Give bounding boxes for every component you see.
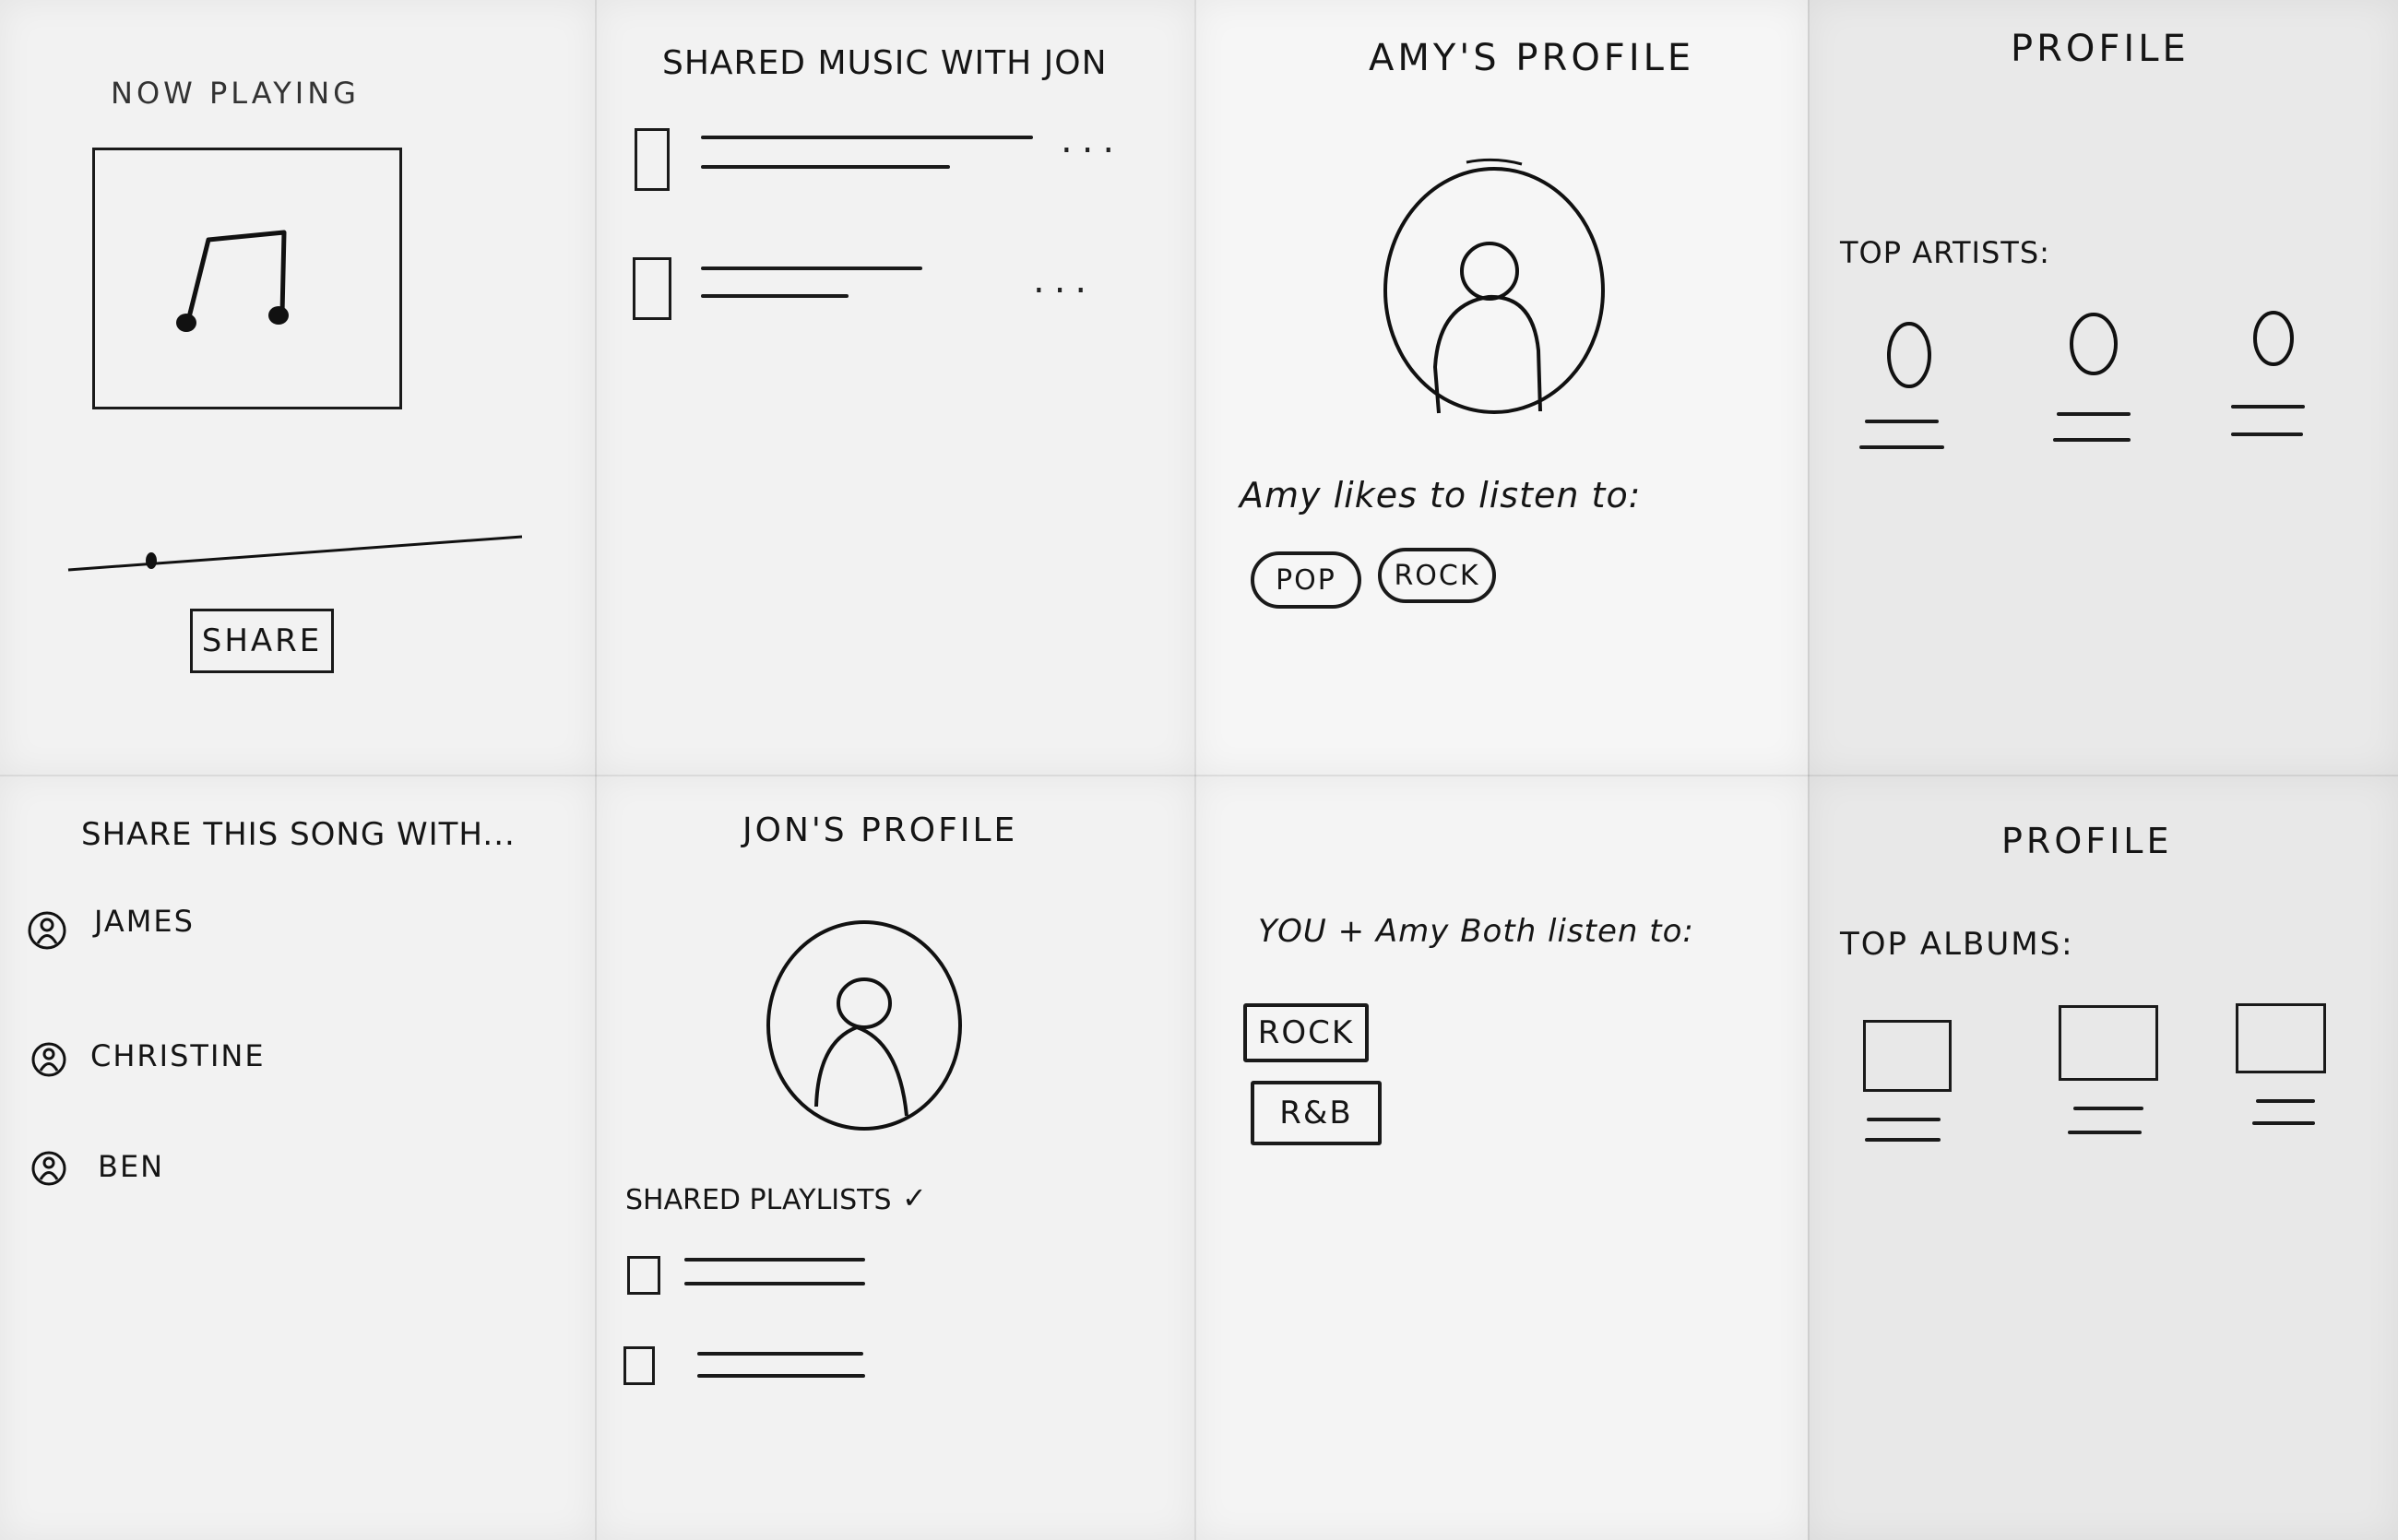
fold-line: [1808, 0, 1810, 1540]
panel-jons-profile: [595, 775, 1194, 1540]
share-button[interactable]: SHARE: [190, 609, 334, 673]
album-item[interactable]: [1859, 1014, 1961, 1153]
artist-name-line: [2053, 438, 2131, 442]
playlist-row[interactable]: [620, 1341, 887, 1396]
playlist-subtitle-line: [684, 1282, 865, 1285]
genre-tag-rock[interactable]: ROCK: [1243, 1003, 1369, 1062]
artist-avatar-icon: [2070, 313, 2118, 375]
fold-line: [595, 0, 597, 1540]
playlist-title-line: [684, 1258, 865, 1262]
paper-sheet: NOW PLAYING SHARE SHARED MUSIC WITH JON …: [0, 0, 2398, 1540]
panel-both-listen: [1194, 775, 1808, 1540]
artist-name-line: [2231, 405, 2305, 409]
artist-name-line: [2231, 432, 2303, 436]
panel-shared-music: [595, 0, 1194, 775]
album-title-line: [2252, 1121, 2315, 1125]
now-playing-title: NOW PLAYING: [111, 76, 360, 111]
fold-line: [0, 775, 2398, 776]
album-cover: [1863, 1020, 1952, 1092]
contact-avatar-icon: [28, 911, 66, 950]
album-title-line: [1865, 1138, 1941, 1142]
artist-item[interactable]: [2048, 309, 2149, 447]
song-thumbnail: [633, 257, 671, 320]
album-title-line: [1867, 1118, 1941, 1121]
contact-name: CHRISTINE: [90, 1038, 266, 1073]
contact-avatar-icon: [31, 1042, 66, 1077]
genre-tag-rnb[interactable]: R&B: [1251, 1081, 1382, 1145]
album-cover: [2059, 1005, 2158, 1081]
album-title-line: [2256, 1099, 2315, 1103]
shared-playlists-label: SHARED PLAYLISTS: [625, 1184, 892, 1216]
both-listen-label: YOU + Amy Both listen to:: [1258, 913, 1694, 950]
song-title-line: [701, 136, 1033, 139]
shared-playlists-toggle[interactable]: SHARED PLAYLISTS ✓: [625, 1180, 939, 1228]
song-thumbnail: [635, 128, 670, 191]
song-artist-line: [701, 165, 950, 169]
progress-slider[interactable]: [65, 526, 526, 581]
more-options-icon[interactable]: ...: [1033, 259, 1096, 302]
profile-albums-title: PROFILE: [2001, 821, 2173, 861]
genre-chip-pop[interactable]: POP: [1251, 551, 1361, 609]
playlist-thumbnail: [627, 1256, 660, 1295]
amys-profile-title: AMY'S PROFILE: [1369, 37, 1695, 79]
genre-chip-rock[interactable]: ROCK: [1378, 548, 1496, 603]
song-artist-line: [701, 294, 849, 298]
artist-name-line: [1865, 420, 1939, 423]
music-note-icon: [176, 230, 289, 332]
share-button-label: SHARE: [201, 622, 323, 659]
playlist-thumbnail: [623, 1346, 655, 1385]
share-with-title: SHARE THIS SONG WITH...: [81, 816, 516, 853]
chevron-down-icon: ✓: [902, 1180, 930, 1215]
fold-line: [1194, 0, 1196, 1540]
amy-likes-label: Amy likes to listen to:: [1240, 475, 1642, 515]
artist-avatar-icon: [2253, 311, 2294, 366]
artist-item[interactable]: [2227, 309, 2329, 447]
shared-song-row[interactable]: ...: [627, 119, 1125, 198]
song-title-line: [701, 267, 922, 270]
playlist-row[interactable]: [623, 1250, 882, 1306]
contact-name: BEN: [98, 1149, 165, 1184]
contact-item-ben[interactable]: BEN: [30, 1143, 417, 1199]
shared-music-title: SHARED MUSIC WITH JON: [662, 44, 1108, 82]
contact-name: JAMES: [94, 904, 195, 939]
shared-song-row[interactable]: ...: [627, 254, 1125, 327]
artist-name-line: [1859, 445, 1944, 449]
artist-name-line: [2057, 412, 2131, 416]
more-options-icon[interactable]: ...: [1061, 119, 1123, 161]
playlist-title-line: [697, 1352, 863, 1356]
top-artists-label: TOP ARTISTS:: [1840, 235, 2050, 270]
playlist-subtitle-line: [697, 1374, 865, 1378]
contact-item-james[interactable]: JAMES: [26, 904, 413, 959]
album-cover: [2236, 1003, 2326, 1073]
contact-avatar-icon: [31, 1151, 66, 1186]
avatar-icon: [766, 920, 962, 1131]
album-item[interactable]: [2232, 1001, 2333, 1140]
contact-item-christine[interactable]: CHRISTINE: [30, 1035, 417, 1090]
jons-profile-title: JON'S PROFILE: [742, 811, 1018, 849]
artist-item[interactable]: [1854, 318, 1955, 456]
artist-avatar-icon: [1887, 322, 1931, 388]
profile-artists-title: PROFILE: [2011, 28, 2190, 70]
top-albums-label: TOP ALBUMS:: [1840, 926, 2074, 963]
panel-profile-albums: [1808, 775, 2398, 1540]
avatar-icon: [1383, 158, 1605, 414]
album-item[interactable]: [2055, 1003, 2166, 1142]
album-title-line: [2073, 1107, 2143, 1110]
album-title-line: [2068, 1131, 2142, 1134]
